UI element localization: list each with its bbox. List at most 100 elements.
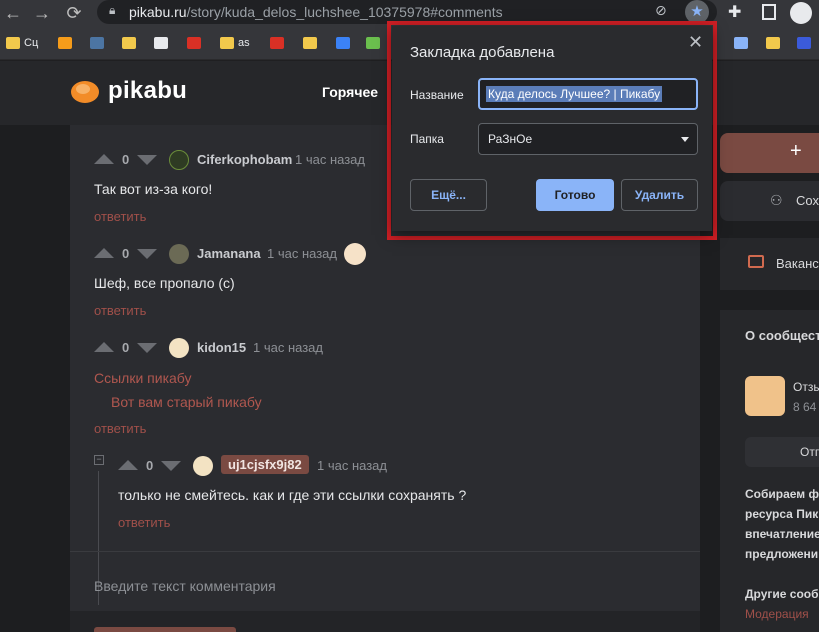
more-button[interactable]: Ещё... — [410, 179, 487, 211]
upvote-icon[interactable] — [94, 154, 114, 164]
community-button[interactable]: Отп — [745, 437, 819, 467]
divider — [70, 551, 700, 552]
bookmark-site-icon — [797, 37, 811, 50]
submit-button[interactable] — [94, 627, 236, 632]
comment-author[interactable]: Jamanana — [197, 246, 261, 261]
bookmark-item[interactable] — [303, 34, 321, 52]
folder-icon — [766, 37, 780, 50]
comment-time[interactable]: 1 час назад — [253, 340, 323, 355]
right-sidebar: + ⚇ Сох Ваканс О сообщест Отзы 8 64 Отп … — [720, 125, 819, 632]
avatar[interactable] — [169, 338, 189, 358]
folder-select[interactable]: РаЗнОе — [478, 123, 698, 155]
desc-line: впечатление — [745, 527, 819, 541]
upvote-icon[interactable] — [94, 342, 114, 352]
odnoklassniki-icon — [58, 37, 72, 50]
nav-hot[interactable]: Горячее — [322, 84, 378, 100]
avatar[interactable] — [169, 244, 189, 264]
reply-link[interactable]: ответить — [118, 515, 170, 530]
bookmark-item[interactable] — [122, 34, 140, 52]
pikabu-logo-icon[interactable] — [70, 78, 100, 104]
briefcase-icon — [748, 255, 764, 268]
comment-author-op[interactable]: uj1cjsfx9j82 — [221, 455, 309, 474]
folder-icon — [6, 37, 20, 50]
forward-icon[interactable]: → — [31, 2, 53, 24]
reply-link[interactable]: ответить — [94, 303, 146, 318]
sidepanel-icon[interactable] — [762, 4, 776, 20]
remove-button[interactable]: Удалить — [621, 179, 698, 211]
comment-time[interactable]: 1 час назад — [317, 458, 387, 473]
add-post-button[interactable]: + — [720, 133, 819, 173]
award-badge-icon[interactable] — [344, 243, 366, 265]
subscriptions-button[interactable]: ⚇ Сох — [720, 181, 819, 221]
comment-score: 0 — [146, 458, 154, 473]
add-user-icon: ⚇ — [770, 192, 783, 208]
close-icon[interactable]: ✕ — [688, 32, 703, 53]
bookmark-item[interactable] — [58, 34, 76, 52]
comment-score: 0 — [122, 152, 130, 167]
folder-value: РаЗнОе — [488, 132, 533, 146]
comment-time[interactable]: 1 час назад — [295, 152, 365, 167]
folder-icon — [303, 37, 317, 50]
gmail-icon — [187, 37, 201, 50]
lock-icon[interactable]: 🔒︎ — [109, 3, 115, 18]
bookmark-item[interactable] — [90, 34, 108, 52]
bookmark-site-icon — [336, 37, 350, 50]
moderation-link[interactable]: Модерация — [745, 607, 809, 621]
upvote-icon[interactable] — [94, 248, 114, 258]
bookmark-item[interactable] — [187, 34, 205, 52]
community-avatar[interactable] — [745, 376, 785, 416]
bookmark-item[interactable] — [366, 34, 384, 52]
bookmark-name-input[interactable]: Куда делось Лучшее? | Пикабу — [478, 78, 698, 110]
site-logo[interactable]: pikabu — [108, 77, 187, 105]
bookmark-site-icon — [366, 37, 380, 50]
comment-text: Так вот из-за кого! — [94, 181, 213, 197]
bookmark-dialog: Закладка добавлена ✕ Название Куда делос… — [392, 26, 712, 231]
desc-line: предложени — [745, 547, 819, 561]
comment-input[interactable]: Введите текст комментария — [94, 578, 276, 594]
downvote-icon[interactable] — [137, 155, 157, 165]
vk-icon — [90, 37, 104, 50]
bookmark-item[interactable] — [270, 34, 288, 52]
upvote-icon[interactable] — [118, 460, 138, 470]
collapse-thread-icon[interactable]: − — [94, 455, 104, 465]
extensions-icon[interactable]: ✚ — [728, 2, 741, 22]
eye-off-icon[interactable]: ⊘ — [655, 2, 667, 19]
back-icon[interactable]: ← — [2, 2, 24, 24]
bookmark-item[interactable] — [766, 34, 784, 52]
dialog-title: Закладка добавлена — [410, 44, 555, 61]
community-name[interactable]: Отзы — [793, 380, 819, 394]
about-community: О сообщест Отзы 8 64 Отп Собираем ф ресу… — [720, 310, 819, 632]
downvote-icon[interactable] — [161, 461, 181, 471]
jobs-label: Ваканс — [776, 256, 819, 271]
bookmark-item[interactable] — [797, 34, 815, 52]
reload-icon[interactable]: ⟳ — [63, 2, 85, 24]
comment-link[interactable]: Вот вам старый пикабу — [111, 394, 262, 410]
bookmark-item[interactable] — [336, 34, 354, 52]
avatar[interactable] — [193, 456, 213, 476]
comment-time[interactable]: 1 час назад — [267, 246, 337, 261]
comment-link[interactable]: Ссылки пикабу — [94, 370, 192, 386]
comment-text: только не смейтесь. как и где эти ссылки… — [118, 487, 467, 503]
mail-icon — [154, 37, 168, 50]
incognito-icon[interactable] — [790, 2, 812, 24]
bookmark-item[interactable]: as — [220, 34, 250, 52]
downvote-icon[interactable] — [137, 343, 157, 353]
comment-author[interactable]: Ciferkophobam — [197, 152, 292, 167]
bookmark-item[interactable] — [154, 34, 172, 52]
done-button[interactable]: Готово — [536, 179, 614, 211]
subscriptions-label: Сох — [796, 193, 819, 208]
about-title: О сообщест — [745, 328, 819, 343]
avatar[interactable] — [169, 150, 189, 170]
youtube-icon — [270, 37, 284, 50]
downvote-icon[interactable] — [137, 249, 157, 259]
comment-score: 0 — [122, 340, 130, 355]
comment-text: Шеф, все пропало (с) — [94, 275, 235, 291]
folder-icon — [220, 37, 234, 50]
reply-link[interactable]: ответить — [94, 421, 146, 436]
comment-author[interactable]: kidon15 — [197, 340, 246, 355]
reply-link[interactable]: ответить — [94, 209, 146, 224]
jobs-link[interactable]: Ваканс — [720, 238, 819, 290]
bookmark-item[interactable] — [734, 34, 752, 52]
desc-line: ресурса Пик — [745, 507, 819, 521]
bookmark-item[interactable]: Сц — [6, 34, 38, 52]
